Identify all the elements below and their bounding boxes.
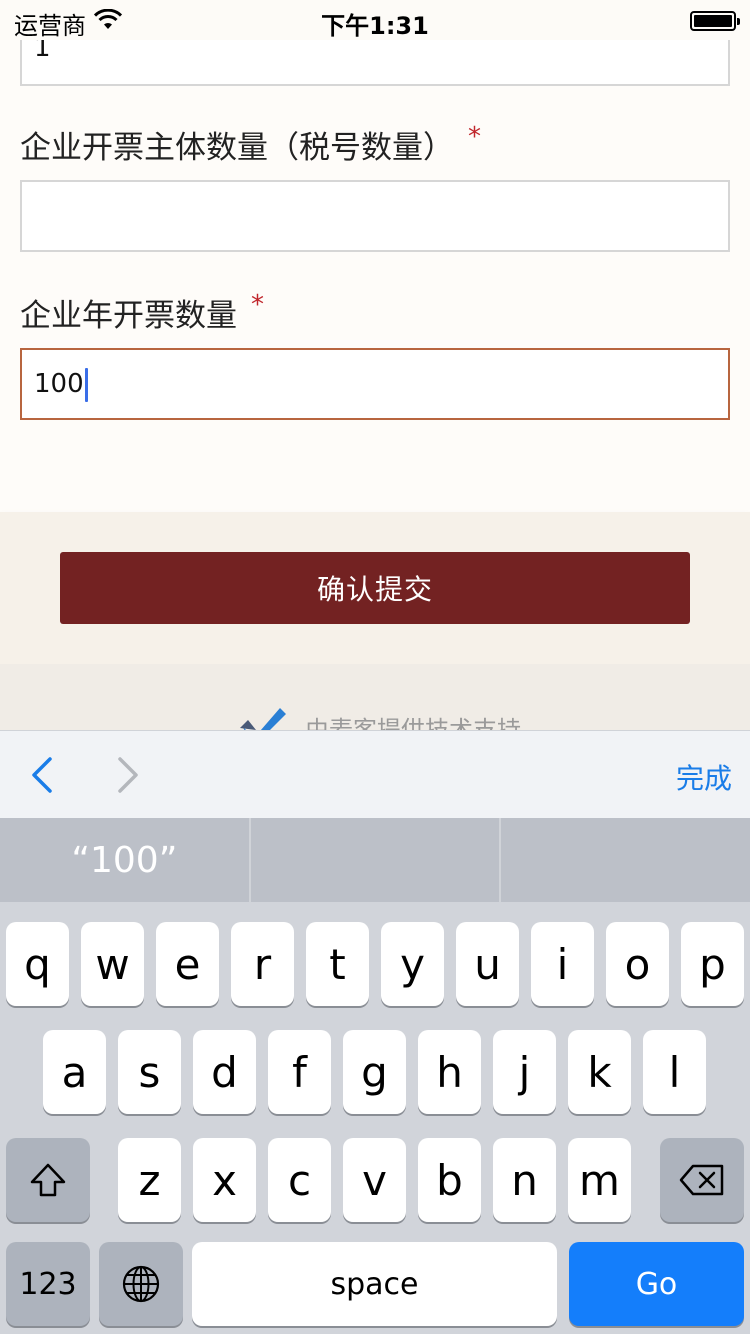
key-e[interactable]: e	[156, 922, 219, 1006]
form-card: 1 企业开票主体数量（税号数量） * 企业年开票数量 * 100	[0, 14, 750, 512]
key-p[interactable]: p	[681, 922, 744, 1006]
prediction-suggestion[interactable]	[501, 818, 750, 902]
tax-count-input[interactable]	[20, 180, 730, 252]
key-d[interactable]: d	[193, 1030, 256, 1114]
key-r[interactable]: r	[231, 922, 294, 1006]
required-mark: *	[251, 290, 264, 320]
key-y[interactable]: y	[381, 922, 444, 1006]
backspace-icon	[679, 1164, 724, 1196]
key-w[interactable]: w	[81, 922, 144, 1006]
previous-field-chevron-left-icon[interactable]	[28, 755, 56, 799]
tax-count-label-text: 企业开票主体数量（税号数量）	[20, 130, 454, 166]
submit-button[interactable]: 确认提交	[60, 552, 690, 624]
space-key[interactable]: space	[192, 1242, 557, 1326]
done-button[interactable]: 完成	[676, 757, 732, 797]
tax-count-label: 企业开票主体数量（税号数量） *	[20, 122, 481, 167]
keyboard-accessory-bar: 完成	[0, 730, 750, 818]
globe-key[interactable]	[99, 1242, 183, 1326]
prediction-suggestion[interactable]	[251, 818, 502, 902]
numbers-key[interactable]: 123	[6, 1242, 90, 1326]
key-x[interactable]: x	[193, 1138, 256, 1222]
annual-count-value: 100	[34, 369, 84, 399]
go-key[interactable]: Go	[569, 1242, 744, 1326]
key-q[interactable]: q	[6, 922, 69, 1006]
status-bar: 运营商 下午1:31	[0, 0, 750, 40]
status-time: 下午1:31	[321, 12, 429, 40]
annual-count-label-text: 企业年开票数量	[20, 298, 237, 334]
shift-icon	[30, 1163, 66, 1197]
key-u[interactable]: u	[456, 922, 519, 1006]
key-g[interactable]: g	[343, 1030, 406, 1114]
key-c[interactable]: c	[268, 1138, 331, 1222]
key-s[interactable]: s	[118, 1030, 181, 1114]
globe-icon	[122, 1265, 160, 1303]
key-o[interactable]: o	[606, 922, 669, 1006]
predictive-bar: “100”	[0, 818, 750, 902]
keyboard: “100” q w e r t y u i o p a s d f g h j …	[0, 818, 750, 1334]
shift-key[interactable]	[6, 1138, 90, 1222]
required-mark: *	[468, 122, 481, 152]
key-z[interactable]: z	[118, 1138, 181, 1222]
next-field-chevron-right-icon[interactable]	[114, 755, 142, 799]
key-j[interactable]: j	[493, 1030, 556, 1114]
prediction-suggestion[interactable]: “100”	[0, 818, 251, 902]
key-f[interactable]: f	[268, 1030, 331, 1114]
key-i[interactable]: i	[531, 922, 594, 1006]
key-m[interactable]: m	[568, 1138, 631, 1222]
key-b[interactable]: b	[418, 1138, 481, 1222]
key-t[interactable]: t	[306, 922, 369, 1006]
key-v[interactable]: v	[343, 1138, 406, 1222]
submit-area: 确认提交	[0, 512, 750, 664]
key-h[interactable]: h	[418, 1030, 481, 1114]
footer-text: 由麦客提供技术支持	[305, 716, 521, 730]
text-caret	[84, 367, 88, 402]
footer: 由麦客提供技术支持	[0, 664, 750, 730]
mikecrm-logo-icon	[240, 708, 288, 730]
key-n[interactable]: n	[493, 1138, 556, 1222]
annual-count-input[interactable]: 100	[20, 348, 730, 420]
delete-key[interactable]	[660, 1138, 744, 1222]
key-l[interactable]: l	[643, 1030, 706, 1114]
key-a[interactable]: a	[43, 1030, 106, 1114]
annual-count-label: 企业年开票数量 *	[20, 290, 264, 335]
battery-icon	[690, 11, 740, 31]
key-k[interactable]: k	[568, 1030, 631, 1114]
